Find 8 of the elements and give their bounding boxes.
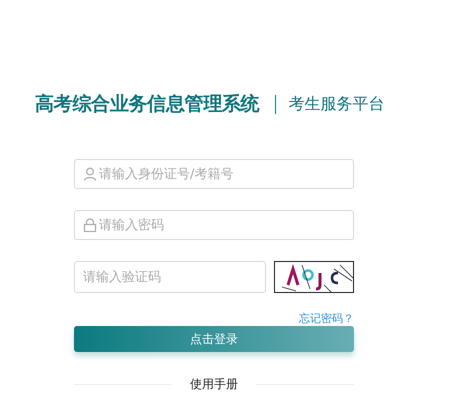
platform-subtitle: 考生服务平台 — [288, 94, 384, 114]
login-button[interactable]: 点击登录 — [74, 326, 354, 352]
captcha-field[interactable]: 请输入验证码 — [74, 261, 266, 293]
user-manual-link[interactable]: 使用手册 — [190, 376, 238, 393]
password-field[interactable]: 请输入密码 — [74, 210, 354, 240]
system-title: 高考综合业务信息管理系统 — [35, 92, 260, 117]
forgot-password-link[interactable]: 忘记密码？ — [299, 312, 354, 325]
id-number-field[interactable]: 请输入身份证号/考籍号 — [74, 159, 354, 189]
